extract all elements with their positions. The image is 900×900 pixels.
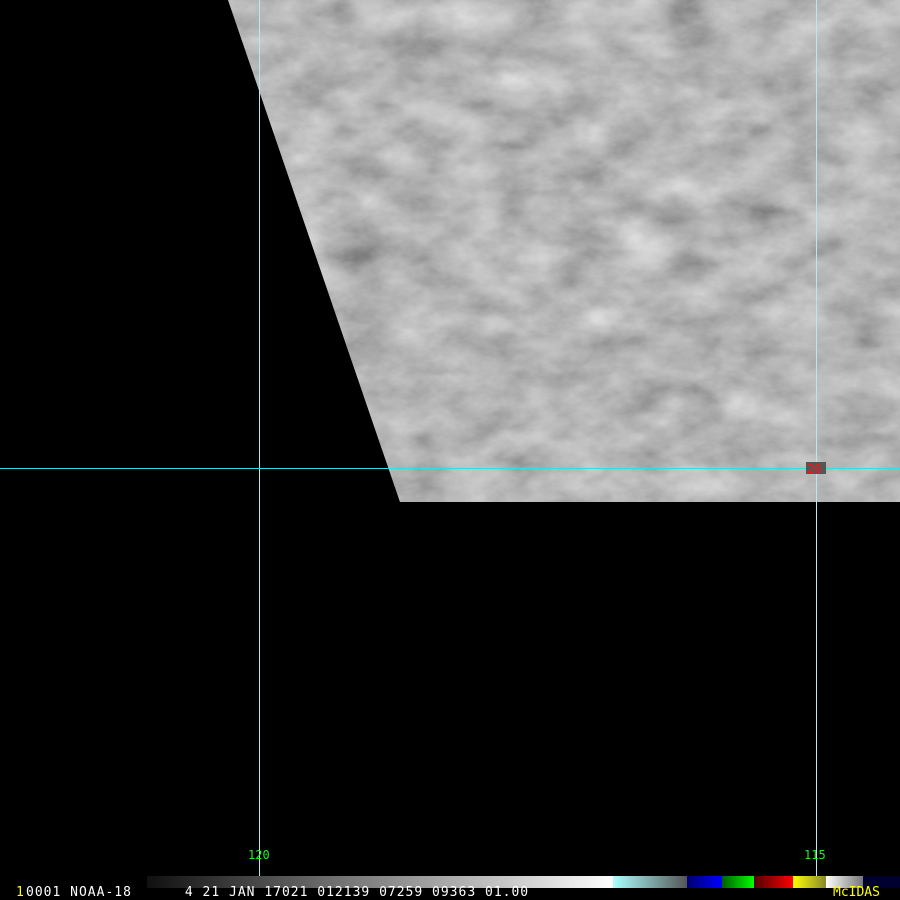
satellite-map: 20 bbox=[0, 0, 900, 888]
longitude-label-120: 120 bbox=[248, 848, 270, 862]
mcidas-brand: McIDAS bbox=[833, 885, 880, 900]
satellite-image-viewer: 20 120 115 1 0001 NOAA-18 4 21 JAN 17021… bbox=[0, 0, 900, 900]
cloud-texture bbox=[228, 0, 900, 502]
longitude-label-115: 115 bbox=[804, 848, 826, 862]
frame-number: 1 bbox=[16, 885, 25, 900]
image-info: 0001 NOAA-18 4 21 JAN 17021 012139 07259… bbox=[26, 885, 530, 900]
marker-label: 20 bbox=[807, 462, 821, 476]
